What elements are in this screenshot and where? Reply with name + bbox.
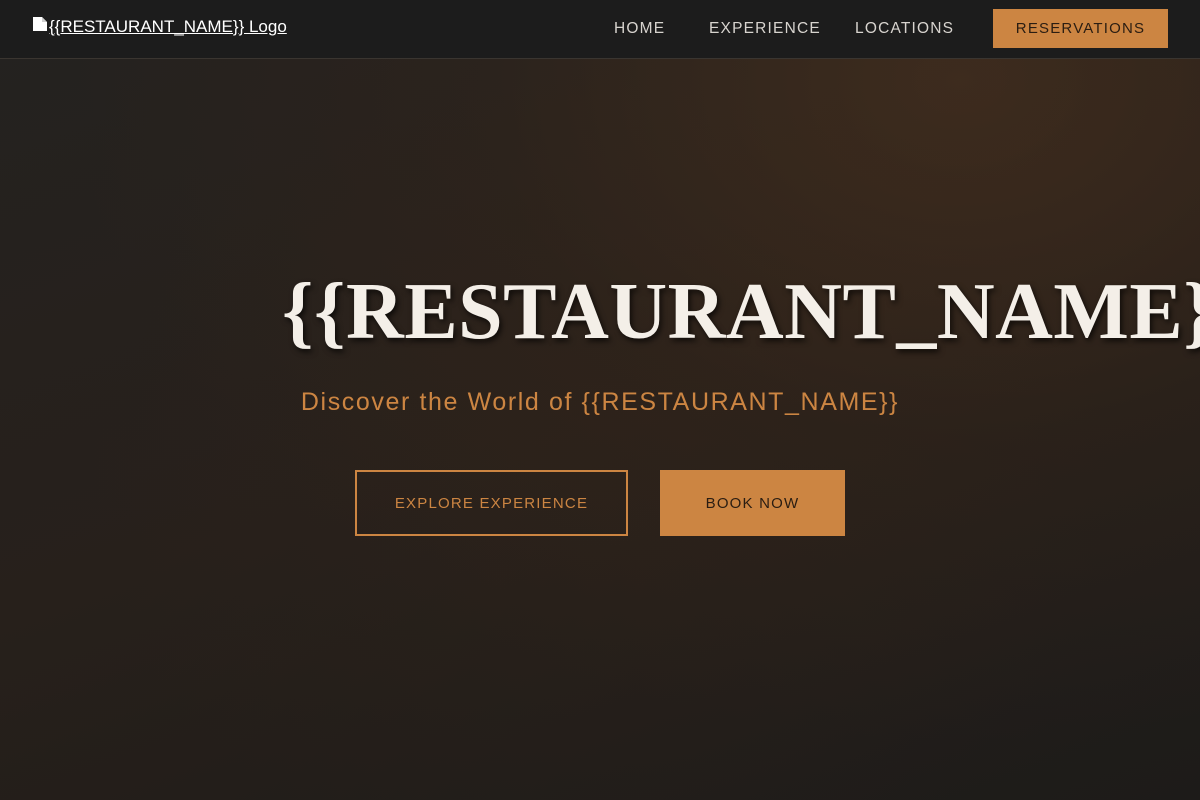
logo-alt-text: {{RESTAURANT_NAME}} Logo: [49, 17, 287, 36]
site-header: {{RESTAURANT_NAME}} Logo HOME EXPERIENCE…: [0, 0, 1200, 59]
hero-title: {{RESTAURANT_NAME}}: [282, 268, 1200, 356]
nav-locations[interactable]: LOCATIONS: [855, 19, 954, 39]
hero-subtitle: Discover the World of {{RESTAURANT_NAME}…: [300, 388, 900, 416]
book-now-button[interactable]: BOOK NOW: [660, 470, 845, 536]
logo-link[interactable]: {{RESTAURANT_NAME}} Logo: [32, 16, 287, 40]
broken-image-icon: [32, 16, 48, 32]
landing-page: {{RESTAURANT_NAME}} Logo HOME EXPERIENCE…: [0, 0, 1200, 800]
explore-experience-button[interactable]: EXPLORE EXPERIENCE: [355, 470, 628, 536]
nav-experience[interactable]: EXPERIENCE: [709, 19, 821, 39]
reservations-button[interactable]: RESERVATIONS: [993, 9, 1168, 48]
nav-home[interactable]: HOME: [614, 19, 665, 39]
